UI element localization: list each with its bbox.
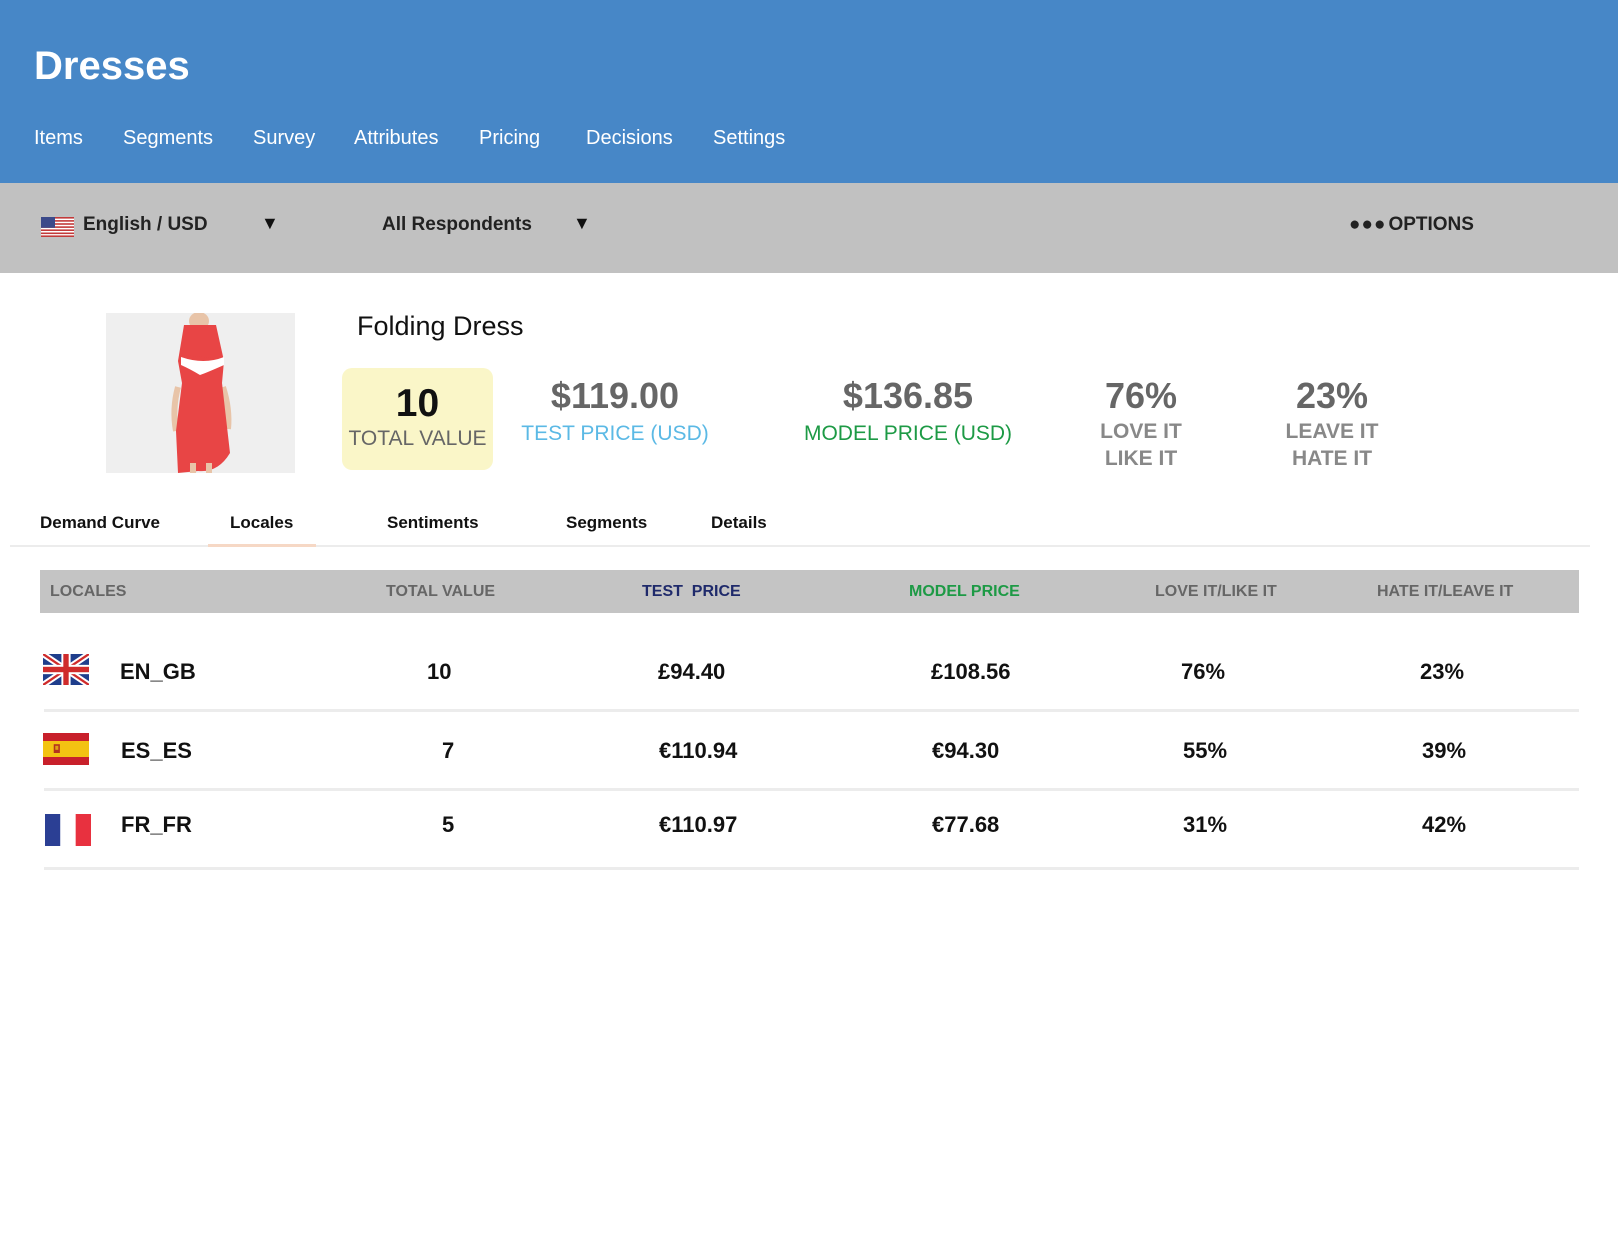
locale-code: FR_FR bbox=[121, 812, 192, 837]
total-value-cell: 7 bbox=[442, 738, 455, 763]
row-divider bbox=[44, 709, 1579, 712]
app-header: Dresses Items Segments Survey Attributes… bbox=[0, 0, 1618, 183]
col-total-value[interactable]: TOTAL VALUE bbox=[386, 583, 495, 601]
love-it-value: 76% bbox=[1104, 375, 1178, 416]
uk-flag-icon bbox=[43, 654, 89, 685]
test-price-label: TEST PRICE (USD) bbox=[521, 422, 709, 445]
product-name: Folding Dress bbox=[357, 311, 524, 341]
tab-demand-curve[interactable]: Demand Curve bbox=[40, 513, 160, 533]
hate-cell: 23% bbox=[1420, 659, 1465, 684]
nav-items[interactable]: Items bbox=[34, 127, 83, 150]
model-price-cell: £108.56 bbox=[931, 659, 1011, 684]
product-image bbox=[106, 313, 295, 473]
row-divider bbox=[44, 788, 1579, 791]
locale-dropdown-icon[interactable]: ▼ bbox=[261, 213, 279, 234]
hate-cell: 39% bbox=[1422, 738, 1467, 763]
spain-flag-icon bbox=[43, 733, 89, 765]
total-value-cell: 10 bbox=[427, 659, 452, 684]
nav-pricing[interactable]: Pricing bbox=[479, 127, 540, 150]
tab-locales[interactable]: Locales bbox=[230, 513, 293, 533]
dress-illustration bbox=[106, 313, 295, 473]
model-price-cell: €94.30 bbox=[932, 738, 1000, 763]
love-cell: 76% bbox=[1181, 659, 1226, 684]
nav-decisions[interactable]: Decisions bbox=[586, 127, 673, 150]
col-hate-leave[interactable]: HATE IT/LEAVE IT bbox=[1377, 583, 1513, 601]
total-value-number: 10 bbox=[395, 382, 440, 425]
test-price-cell: €110.97 bbox=[659, 812, 738, 837]
filter-bar: English / USD ▼ All Respondents ▼ ●●● OPT… bbox=[0, 183, 1618, 273]
hate-it-label: HATE IT bbox=[1291, 447, 1373, 470]
more-dots-icon: ●●● bbox=[1349, 214, 1387, 235]
col-locales[interactable]: LOCALES bbox=[50, 583, 126, 601]
tab-details[interactable]: Details bbox=[711, 513, 767, 533]
page-title: Dresses bbox=[34, 44, 190, 88]
table-header: LOCALES TOTAL VALUE TEST PRICE MODEL PRI… bbox=[40, 570, 1579, 613]
like-it-label: LIKE IT bbox=[1104, 447, 1178, 470]
table-row[interactable]: FR_FR 5 €110.97 €77.68 31% 42% bbox=[40, 792, 1579, 870]
main-nav: Items Segments Survey Attributes Pricing… bbox=[0, 127, 1618, 159]
col-model-price[interactable]: MODEL PRICE bbox=[909, 583, 1020, 601]
locale-select[interactable]: English / USD bbox=[83, 214, 208, 236]
col-test-price[interactable]: TEST PRICE bbox=[642, 583, 741, 601]
test-price-value: $119.00 bbox=[550, 375, 680, 416]
locale-code: EN_GB bbox=[120, 659, 196, 684]
row-divider bbox=[44, 867, 1579, 870]
options-label: OPTIONS bbox=[1388, 214, 1474, 235]
locale-code: ES_ES bbox=[121, 738, 192, 763]
total-value-label: TOTAL VALUE bbox=[348, 427, 487, 450]
total-value-card: 10 TOTAL VALUE bbox=[342, 368, 493, 470]
respondents-dropdown-icon[interactable]: ▼ bbox=[573, 213, 591, 234]
options-button[interactable]: ●●● OPTIONS bbox=[1349, 214, 1474, 236]
love-cell: 31% bbox=[1183, 812, 1228, 837]
model-price-cell: €77.68 bbox=[932, 812, 1000, 837]
table-row[interactable]: EN_GB 10 £94.40 £108.56 76% 23% bbox=[40, 634, 1579, 712]
love-cell: 55% bbox=[1183, 738, 1228, 763]
test-price-metric: $119.00 TEST PRICE (USD) bbox=[515, 378, 715, 447]
active-tab-indicator bbox=[208, 544, 316, 547]
nav-segments[interactable]: Segments bbox=[123, 127, 213, 150]
france-flag-icon bbox=[45, 814, 91, 846]
love-it-metric: 76% LOVE IT LIKE IT bbox=[1076, 378, 1206, 472]
model-price-label: MODEL PRICE (USD) bbox=[803, 422, 1013, 445]
total-value-cell: 5 bbox=[442, 812, 455, 837]
respondents-select[interactable]: All Respondents bbox=[382, 214, 532, 236]
tab-bar: Demand Curve Locales Sentiments Segments… bbox=[0, 512, 1590, 548]
hate-cell: 42% bbox=[1422, 812, 1467, 837]
col-love-like[interactable]: LOVE IT/LIKE IT bbox=[1155, 583, 1277, 601]
tab-segments[interactable]: Segments bbox=[566, 513, 647, 533]
leave-it-label: LEAVE IT bbox=[1285, 420, 1379, 443]
us-flag-icon bbox=[41, 217, 74, 237]
tab-sentiments[interactable]: Sentiments bbox=[387, 513, 479, 533]
leave-it-value: 23% bbox=[1295, 375, 1369, 416]
love-it-label: LOVE IT bbox=[1100, 420, 1182, 443]
model-price-value: $136.85 bbox=[842, 375, 974, 416]
test-price-cell: €110.94 bbox=[659, 738, 738, 763]
nav-attributes[interactable]: Attributes bbox=[354, 127, 438, 150]
nav-settings[interactable]: Settings bbox=[713, 127, 785, 150]
leave-it-metric: 23% LEAVE IT HATE IT bbox=[1262, 378, 1402, 472]
nav-survey[interactable]: Survey bbox=[253, 127, 315, 150]
test-price-cell: £94.40 bbox=[658, 659, 726, 684]
model-price-metric: $136.85 MODEL PRICE (USD) bbox=[798, 378, 1018, 447]
table-row[interactable]: ES_ES 7 €110.94 €94.30 55% 39% bbox=[40, 713, 1579, 791]
